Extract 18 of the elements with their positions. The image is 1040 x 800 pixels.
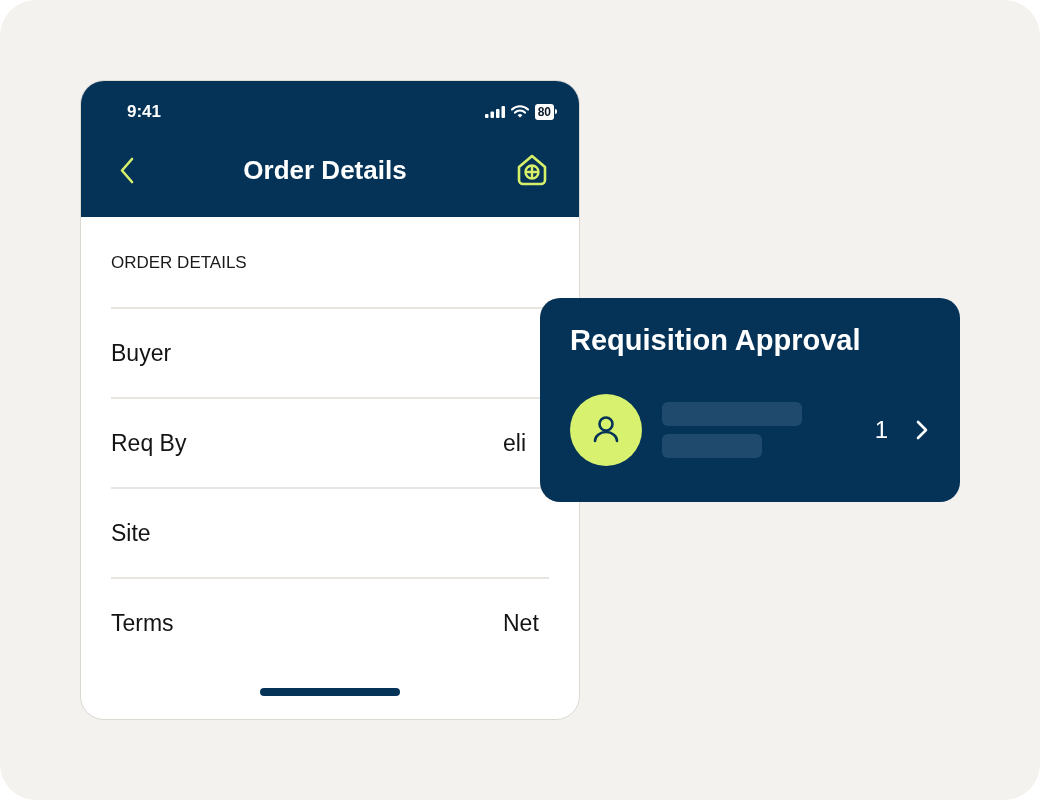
field-label: Req By — [111, 431, 187, 455]
screen-title: Order Details — [243, 157, 407, 183]
user-avatar-icon — [570, 394, 642, 466]
card-title: Requisition Approval — [570, 326, 862, 355]
chevron-right-icon[interactable] — [916, 420, 928, 440]
back-chevron-icon[interactable] — [119, 156, 135, 184]
section-heading: ORDER DETAILS — [111, 253, 247, 271]
field-value: eli — [503, 431, 526, 455]
battery-indicator: 80 — [534, 103, 557, 120]
wifi-icon — [510, 105, 529, 118]
signal-icon — [484, 105, 505, 118]
field-value: Net — [503, 611, 539, 635]
field-label: Terms — [111, 611, 174, 635]
approval-count: 1 — [874, 418, 888, 442]
field-label: Site — [111, 521, 151, 545]
home-plus-icon[interactable] — [515, 153, 549, 187]
status-time: 9:41 — [127, 103, 162, 120]
field-label: Buyer — [111, 341, 172, 365]
